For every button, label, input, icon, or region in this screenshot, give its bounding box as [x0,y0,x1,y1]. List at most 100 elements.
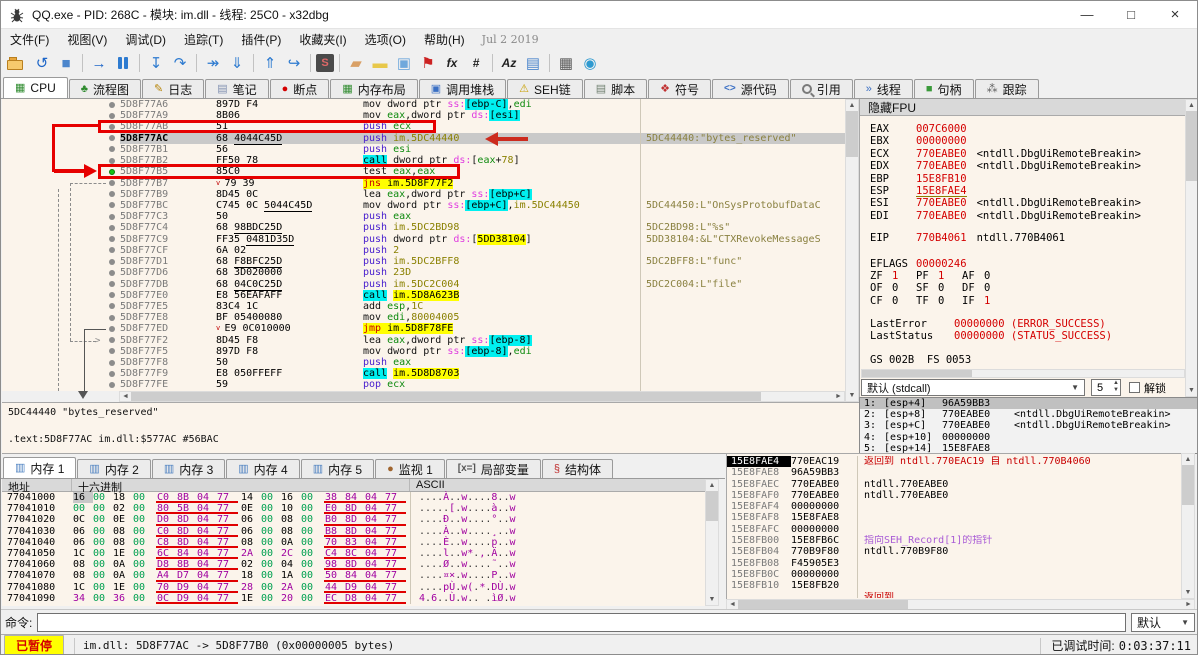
gutter-dot[interactable] [109,213,115,220]
dump-row[interactable]: 77041020 0C 00 0E 00 D0 8D 04 77 06 00 08 00 B0 8D 04 77… [2,514,705,526]
gutter-dot[interactable] [109,191,115,198]
scroll-left-icon[interactable]: ◄ [727,600,738,609]
register-row[interactable]: ECX 770EABE0 <ntdll.DbgUiRemoteBreakin> [870,148,1185,160]
gutter-dot[interactable] [109,112,115,119]
tab-threads[interactable]: » 线程 [853,79,913,98]
minimize-button[interactable]: — [1065,1,1109,29]
stack-row[interactable]: 15E8FAFC 00000000 [727,523,1181,536]
disasm-row[interactable]: 5D8F77CF 6A 02 push 2 [2,244,845,257]
label-icon[interactable]: ▣ [393,52,415,74]
gutter-dot[interactable] [109,348,115,355]
tab-callstack[interactable]: ▣ 调用堆栈 [418,79,507,98]
gutter-dot[interactable] [109,247,115,254]
register-row[interactable]: GS 002B FS 0053 [870,354,1185,366]
disasm-row[interactable]: 5D8F77A9 8B06 mov eax,dword ptr ds:[esi] [2,110,845,122]
settings-globe-icon[interactable]: ◉ [579,52,601,74]
scroll-down-icon[interactable]: ▼ [1182,587,1194,598]
bottom-tab-dump3[interactable]: ▥ 内存 3 [151,459,226,478]
register-row[interactable]: OF 0 SF 0 DF 0 [870,282,1185,294]
patches-icon[interactable]: ▰ [345,52,367,74]
bottom-tab-dump4[interactable]: ▥ 内存 4 [226,459,300,478]
gutter-dot[interactable] [109,123,115,130]
bottom-tab-locals[interactable]: [x=] 局部变量 [445,459,541,478]
dump-row[interactable]: 77041060 08 00 0A 00 D8 8B 04 77 02 00 04 00 98 8D 04 77… [2,559,705,571]
gutter-dot[interactable] [109,269,115,276]
disasm-row[interactable]: 5D8F77D6 68 3D020000 push 23D [2,267,845,279]
register-row[interactable]: LastStatus 00000000 (STATUS_SUCCESS) [870,330,1185,342]
skip-icon[interactable]: S [316,54,334,72]
dump-row[interactable]: 77041080 1C 00 1E 00 70 D9 04 77 28 00 2A 00 44 D9 04 77… [2,581,705,593]
gutter-dot[interactable] [109,258,115,265]
register-row[interactable]: EBP 15E8FB10 [870,173,1185,185]
stack-row[interactable]: 15E8FAF8 15E8FAE8 [727,512,1181,524]
scroll-right-icon[interactable]: ► [833,392,844,401]
register-row[interactable]: EBX 00000000 [870,135,1185,147]
calculator-icon[interactable]: ▦ [555,52,577,74]
disasm-row[interactable]: 5D8F77DB 68 04C0C25D push im.5DC2C004 5DC2C… [2,278,845,291]
disasm-row[interactable]: 5D8F77E0 E8 56EAFAFF call im.5D8A623B [2,289,845,301]
execute-till-return-icon[interactable]: ⇓ [226,52,248,74]
tab-references[interactable]: 引用 [789,79,853,98]
command-script-select[interactable]: 默认 ▼ [1131,612,1195,632]
register-row[interactable]: CF 0 TF 0 IF 1 [870,295,1185,307]
stack-row[interactable]: 15E8FAE4 770EAC19 返回到 ntdll.770EAC19 自 ntd… [727,456,1181,468]
register-row[interactable]: EFLAGS 00000246 [870,258,1185,270]
disasm-row[interactable]: 5D8F77B2 FF50 78 call dword ptr ds:[eax+78… [2,155,845,167]
comment-icon[interactable]: ▬ [369,52,391,74]
registers-hscrollbar[interactable] [861,369,1185,378]
bottom-tab-struct[interactable]: § 结构体 [541,459,613,478]
stack-row[interactable]: 15E8FAF0 770EABE0 ntdll.770EABE0 [727,489,1181,502]
disasm-row[interactable]: 5D8F77B5 85C0 test eax,eax [2,166,845,178]
gutter-dot[interactable] [109,157,115,164]
disasm-row[interactable]: 5D8F77F9 E8 050FFEFF call im.5D8D8703 [2,368,845,380]
register-row[interactable]: LastError 00000000 (ERROR_SUCCESS) [870,318,1185,330]
dump-row[interactable]: 77041050 1C 00 1E 00 6C 84 04 77 2A 00 2C 00 C4 8C 04 77… [2,547,705,560]
gutter-dot[interactable] [109,135,115,142]
run-to-selection-icon[interactable]: ↠ [202,52,224,74]
close-icon[interactable]: ■ [55,52,77,74]
close-window-button[interactable]: × [1153,1,1197,29]
stack-row[interactable]: 15E8FAE8 96A59BB3 [727,467,1181,479]
menu-item[interactable]: 文件(F) [1,29,58,49]
register-row[interactable]: EAX 007C6000 [870,123,1185,135]
stack-arg-row[interactable]: 2: [esp+8] 770EABE0 <ntdll.DbgUiRemoteBreak… [860,409,1197,420]
tab-memmap[interactable]: ▦ 内存布局 [330,79,418,98]
disasm-row[interactable]: 5D8F77AC 68 4044C45D push im.5DC44440 5DC44… [2,132,845,145]
menu-item[interactable]: 视图(V) [58,29,116,49]
gutter-dot[interactable] [109,101,115,108]
stack-row[interactable]: 15E8FAF4 00000000 [727,501,1181,513]
restart-icon[interactable]: ↺ [31,52,53,74]
tab-notes[interactable]: ▤ 笔记 [205,79,269,98]
strings-icon[interactable]: Az [498,52,520,74]
register-row[interactable]: ESP 15E8FAE4 [870,185,1185,198]
gutter-dot[interactable] [109,337,115,344]
disasm-row[interactable]: 5D8F77E5 83C4 1C add esp,1C [2,300,845,313]
gutter-dot[interactable] [109,281,115,287]
registers-vscrollbar[interactable]: ▲ ▼ [1185,99,1197,397]
breakpoint-dot[interactable] [109,168,115,175]
disasm-row[interactable]: 5D8F77BC C745 0C 5044C45D mov dword ptr ss… [2,199,845,212]
tab-breakpoints[interactable]: ● 断点 [269,79,330,98]
gutter-dot[interactable] [109,325,115,332]
disasm-row[interactable]: 5D8F77AB 51 push ecx [2,121,845,133]
gutter-dot[interactable] [109,359,115,366]
stack-row[interactable]: 15E8FB10 15E8FB20 [727,580,1181,592]
gutter-dot[interactable] [109,292,115,299]
register-row[interactable]: EDI 770EABE0 <ntdll.DbgUiRemoteBreakin> [870,210,1185,222]
scroll-right-icon[interactable]: ► [1183,600,1194,609]
scroll-down-icon[interactable]: ▼ [846,390,858,401]
register-row[interactable]: EDX 770EABE0 <ntdll.DbgUiRemoteBreakin> [870,160,1185,172]
dump-row[interactable]: 77041010 00 00 02 00 80 5B 04 77 0E 00 10 00 E0 8D 04 77… [2,503,705,515]
stack-row[interactable]: 15E8FB0C 00000000 [727,568,1181,581]
disasm-row[interactable]: 5D8F77C4 68 98BDC25D push im.5DC2BD98 5DC2B… [2,222,845,235]
gutter-dot[interactable] [109,381,115,388]
stack-row[interactable]: 15E8FB04 770B9F80 ntdll.770B9F80 [727,546,1181,558]
tab-cpu[interactable]: ▦ CPU [3,77,68,98]
scroll-up-icon[interactable]: ▲ [1182,454,1194,465]
register-row[interactable]: ESI 770EABE0 <ntdll.DbgUiRemoteBreakin> [870,197,1185,209]
gutter-dot[interactable] [109,314,115,321]
bottom-tab-dump1[interactable]: ▥ 内存 1 [3,457,77,478]
open-file-icon[interactable] [7,52,29,74]
dump-row[interactable]: 77041000 16 00 18 00 C0 8B 04 77 14 00 16 00 38 84 04 77… [2,492,705,504]
disasm-row[interactable]: 5D8F77ED v E9 0C010000 jmp im.5D8F78FE [2,323,845,335]
